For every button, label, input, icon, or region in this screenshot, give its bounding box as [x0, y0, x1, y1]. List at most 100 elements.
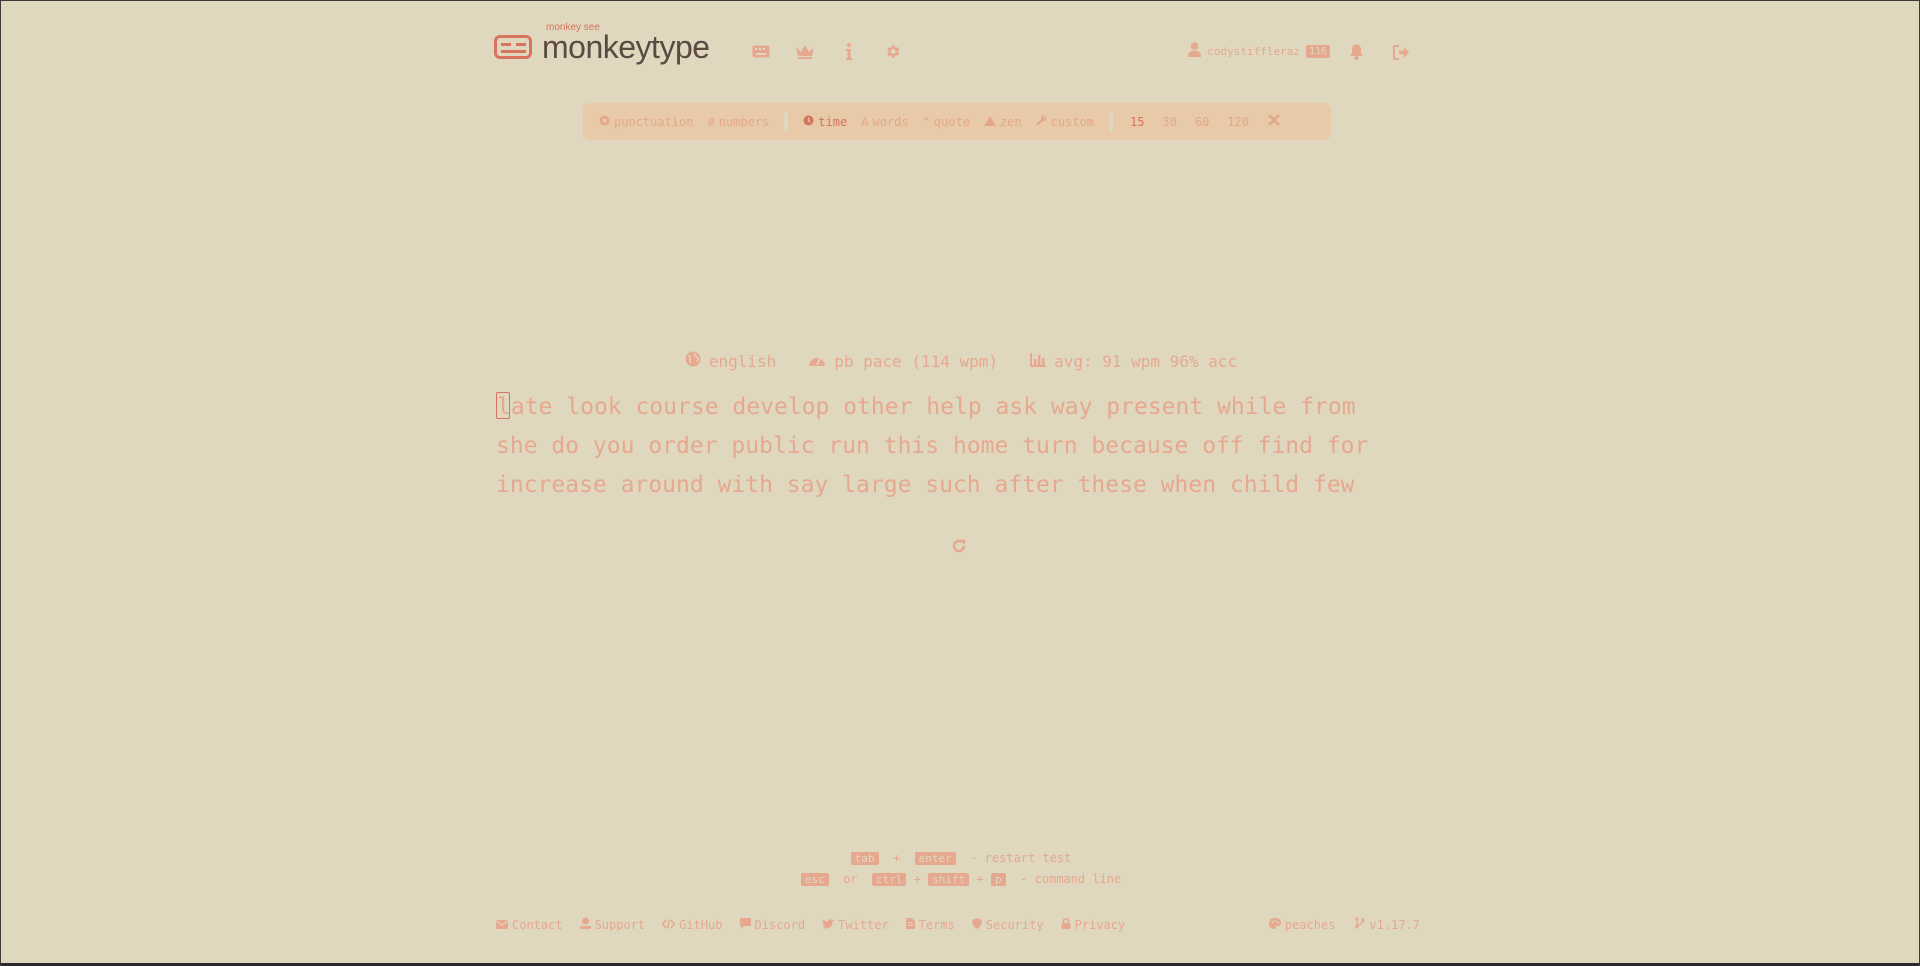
discord-label: Discord — [754, 917, 806, 932]
contact-link[interactable]: Contact — [496, 917, 563, 932]
user-icon — [1188, 42, 1202, 60]
numbers-label: numbers — [718, 114, 770, 129]
mode-quote[interactable]: ❝ quote — [916, 115, 977, 129]
numbers-toggle[interactable]: # numbers — [700, 115, 776, 129]
code-branch-icon — [1355, 917, 1366, 932]
restart-hint-text: - restart test — [970, 851, 1072, 865]
redo-icon — [952, 539, 966, 553]
mode-custom-label: custom — [1050, 114, 1094, 129]
pace-label: pb pace (114 wpm) — [834, 351, 999, 371]
plus-text: + — [913, 872, 921, 886]
gear-icon[interactable] — [882, 41, 903, 61]
level-badge: 116 — [1305, 44, 1330, 58]
command-line-hint-text: - command line — [1020, 872, 1122, 886]
file-icon — [905, 917, 915, 932]
quote-icon: ❝ — [922, 114, 930, 129]
terms-link[interactable]: Terms — [905, 917, 955, 932]
lock-icon — [1061, 917, 1071, 932]
logo-text: monkeytype — [542, 29, 710, 65]
envelope-icon — [496, 918, 508, 932]
key-shift: shift — [928, 873, 970, 886]
privacy-label: Privacy — [1074, 917, 1126, 932]
support-link[interactable]: Support — [579, 917, 645, 932]
crown-icon[interactable] — [794, 41, 815, 61]
mode-words-label: words — [872, 114, 909, 129]
separator — [784, 111, 789, 132]
key-ctrl: ctrl — [871, 873, 907, 886]
tachometer-icon — [808, 352, 826, 371]
test-config-bar: punctuation # numbers time A words ❝ quo… — [583, 103, 1331, 140]
chart-icon — [1030, 352, 1047, 371]
twitter-link[interactable]: Twitter — [822, 917, 889, 932]
average-label: avg: 91 wpm 96% acc — [1054, 351, 1238, 371]
security-link[interactable]: Security — [971, 917, 1044, 932]
palette-icon — [1268, 917, 1281, 932]
separator — [1108, 111, 1113, 132]
version-button[interactable]: v1.17.7 — [1355, 917, 1420, 932]
key-tab: tab — [850, 852, 879, 865]
average-info: avg: 91 wpm 96% acc — [1030, 351, 1237, 371]
theme-label: peaches — [1284, 917, 1336, 932]
key-enter: enter — [914, 852, 956, 865]
time-15[interactable]: 15 — [1121, 115, 1153, 129]
punctuation-toggle[interactable]: punctuation — [592, 115, 700, 129]
time-30[interactable]: 30 — [1153, 115, 1185, 129]
twitter-icon — [822, 918, 835, 932]
words-area[interactable]: late look course develop other help ask … — [496, 388, 1436, 505]
privacy-link[interactable]: Privacy — [1061, 917, 1126, 932]
keyboard-shortcuts-hint: tab + enter - restart test esc or ctrl +… — [1, 848, 1920, 890]
discord-icon — [739, 917, 751, 932]
sign-out-icon[interactable] — [1391, 42, 1412, 62]
punctuation-label: punctuation — [614, 114, 694, 129]
mode-time-label: time — [818, 114, 848, 129]
logo-subtitle: monkey see — [546, 22, 600, 33]
time-120[interactable]: 120 — [1218, 115, 1258, 129]
word-line: late look course develop other help ask … — [496, 388, 1436, 427]
github-link[interactable]: GitHub — [661, 917, 723, 932]
code-icon — [661, 918, 676, 932]
mode-zen[interactable]: zen — [977, 115, 1029, 129]
word-line-text: ate look course develop other help ask w… — [510, 394, 1356, 420]
plus-text: + — [976, 872, 984, 886]
restart-button[interactable] — [949, 536, 969, 556]
logo[interactable]: monkey see monkeytype — [494, 22, 710, 65]
terms-label: Terms — [918, 917, 955, 932]
at-sign-icon — [599, 115, 610, 129]
account-button[interactable]: codystiffleraz 116 — [1188, 42, 1330, 60]
theme-button[interactable]: peaches — [1268, 917, 1336, 932]
donate-icon — [579, 917, 591, 932]
info-icon[interactable] — [838, 41, 859, 61]
top-nav: monkey see monkeytype codystiffleraz 116 — [494, 21, 1420, 83]
wrench-icon — [1035, 114, 1047, 129]
logo-keyboard-icon — [494, 35, 532, 59]
discord-link[interactable]: Discord — [739, 917, 806, 932]
key-p: p — [991, 873, 1006, 886]
bell-icon[interactable] — [1346, 42, 1367, 62]
font-icon: A — [861, 114, 869, 129]
word-line: increase around with say large such afte… — [496, 472, 1355, 498]
custom-time-tools-icon[interactable] — [1258, 113, 1290, 130]
username: codystiffleraz — [1207, 44, 1300, 58]
or-text: or — [843, 872, 858, 886]
word-line: she do you order public run this home tu… — [496, 433, 1369, 459]
key-esc: esc — [800, 873, 829, 886]
mode-zen-label: zen — [999, 114, 1022, 129]
clock-icon — [803, 115, 814, 129]
language-button[interactable]: english — [685, 351, 776, 371]
contact-label: Contact — [512, 917, 563, 932]
globe-icon — [685, 351, 701, 371]
time-60[interactable]: 60 — [1186, 115, 1218, 129]
mode-words[interactable]: A words — [854, 115, 915, 129]
mode-custom[interactable]: custom — [1029, 115, 1101, 129]
language-label: english — [708, 351, 777, 371]
mountain-icon — [983, 115, 996, 129]
github-label: GitHub — [679, 917, 723, 932]
shield-icon — [971, 917, 982, 932]
mode-quote-label: quote — [933, 114, 970, 129]
keyboard-icon[interactable] — [750, 41, 771, 61]
test-info: english pb pace (114 wpm) avg: 91 wpm 96… — [1, 351, 1920, 371]
footer: Contact Support GitHub Discord Twitter T… — [496, 917, 1420, 932]
twitter-label: Twitter — [838, 917, 889, 932]
pace-caret-info: pb pace (114 wpm) — [808, 351, 998, 371]
mode-time[interactable]: time — [796, 115, 854, 129]
